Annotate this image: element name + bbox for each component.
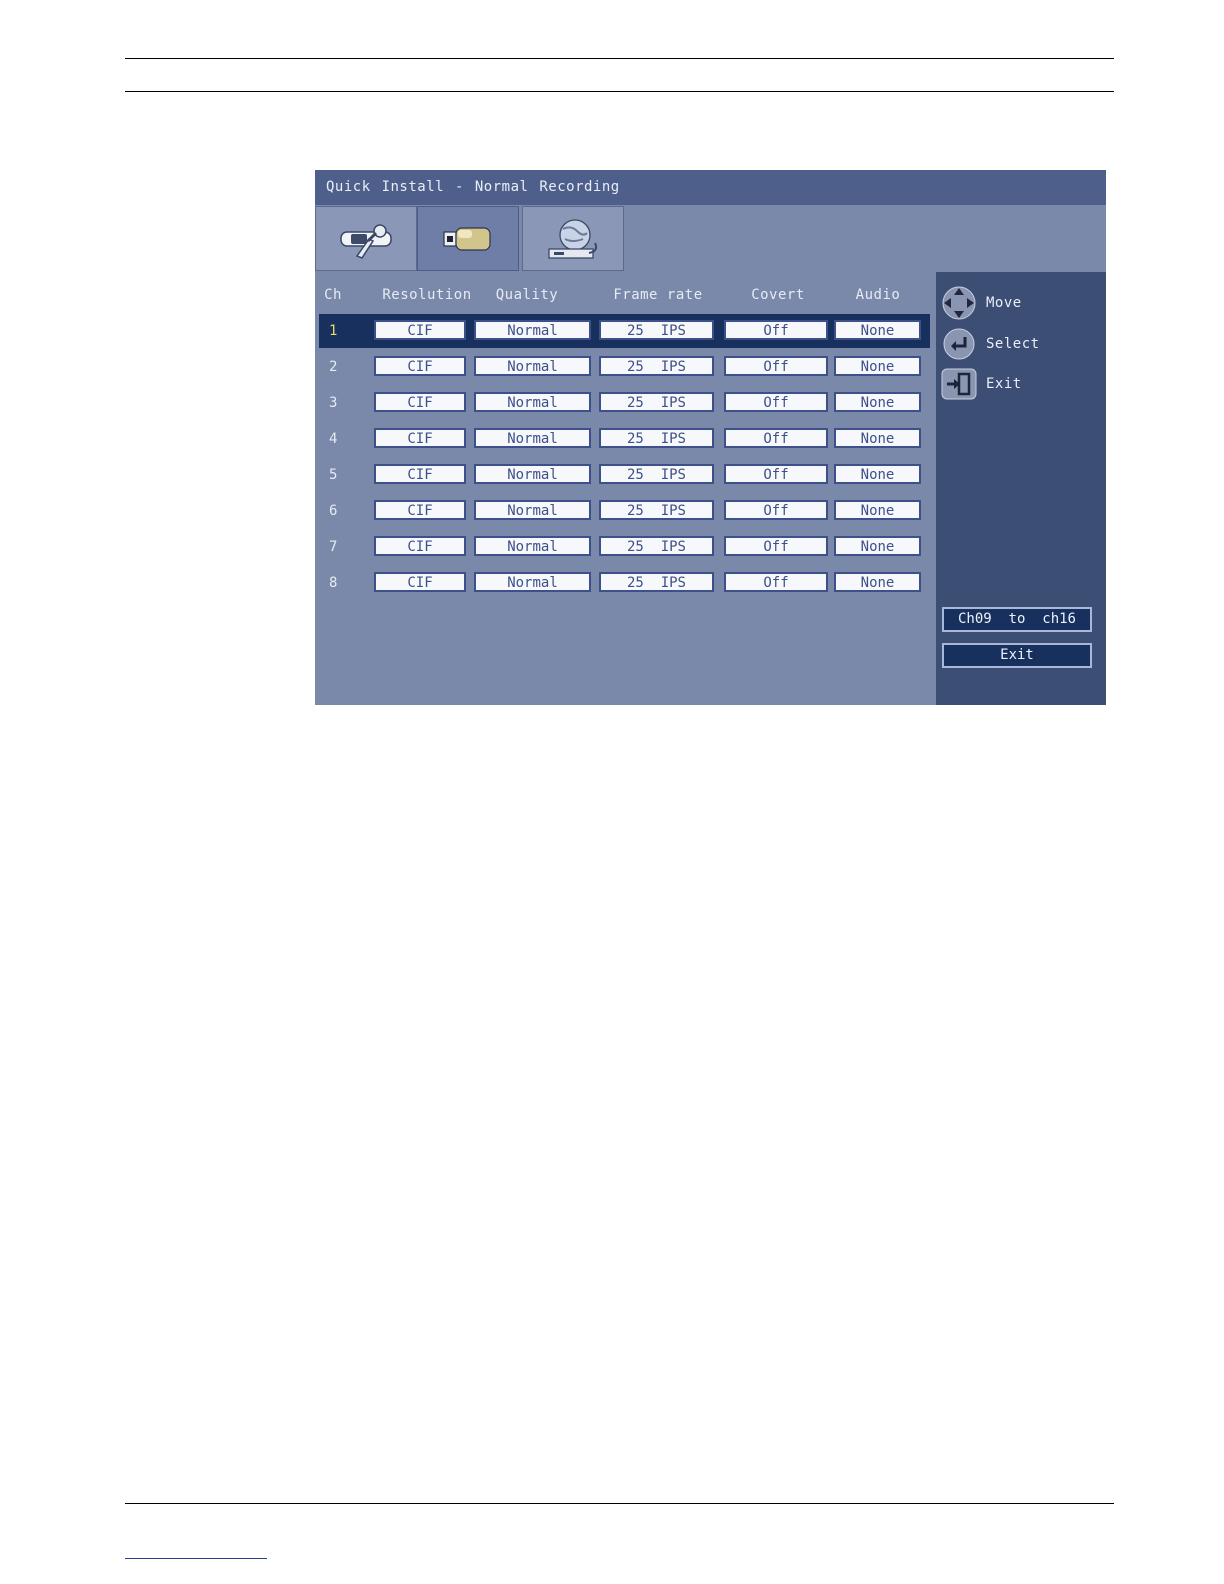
table-row[interactable]: 2 CIF Normal 25 IPS Off None — [319, 350, 930, 384]
exit-icon — [941, 368, 977, 400]
sidebar: Move Select Exit Ch09 to ch16 Exit — [936, 272, 1106, 705]
covert-field[interactable]: Off — [724, 428, 828, 448]
header-resolution: Resolution — [382, 287, 472, 303]
quality-field[interactable]: Normal — [474, 572, 591, 592]
header-rule-bottom — [125, 91, 1114, 92]
enter-icon — [943, 328, 975, 360]
dvr-screen: Quick Install - Normal Recording Ch Reso… — [315, 170, 1106, 705]
quality-field[interactable]: Normal — [474, 392, 591, 412]
tools-icon — [340, 223, 392, 259]
audio-field[interactable]: None — [834, 536, 921, 556]
quality-field[interactable]: Normal — [474, 464, 591, 484]
covert-field[interactable]: Off — [724, 464, 828, 484]
channel-number: 3 — [329, 395, 338, 411]
table-row[interactable]: 8 CIF Normal 25 IPS Off None — [319, 566, 930, 600]
tab-bar — [315, 206, 635, 272]
frame-rate-field[interactable]: 25 IPS — [599, 428, 714, 448]
resolution-field[interactable]: CIF — [374, 356, 466, 376]
frame-rate-field[interactable]: 25 IPS — [599, 572, 714, 592]
dpad-icon — [942, 286, 976, 320]
resolution-field[interactable]: CIF — [374, 392, 466, 412]
table-row[interactable]: 5 CIF Normal 25 IPS Off None — [319, 458, 930, 492]
resolution-field[interactable]: CIF — [374, 464, 466, 484]
footer-link-underline — [125, 1558, 267, 1559]
resolution-field[interactable]: CIF — [374, 428, 466, 448]
audio-field[interactable]: None — [834, 500, 921, 520]
camera-icon — [443, 226, 491, 251]
frame-rate-field[interactable]: 25 IPS — [599, 500, 714, 520]
frame-rate-field[interactable]: 25 IPS — [599, 536, 714, 556]
network-icon — [548, 218, 598, 259]
covert-field[interactable]: Off — [724, 320, 828, 340]
channel-number: 1 — [329, 323, 338, 339]
audio-field[interactable]: None — [834, 320, 921, 340]
channel-number: 6 — [329, 503, 338, 519]
window-title: Quick Install - Normal Recording — [315, 170, 1106, 205]
legend-select-label: Select — [986, 336, 1040, 352]
audio-field[interactable]: None — [834, 392, 921, 412]
header-rule-top — [125, 58, 1114, 59]
quality-field[interactable]: Normal — [474, 320, 591, 340]
audio-field[interactable]: None — [834, 428, 921, 448]
resolution-field[interactable]: CIF — [374, 536, 466, 556]
channel-number: 2 — [329, 359, 338, 375]
frame-rate-field[interactable]: 25 IPS — [599, 320, 714, 340]
quality-field[interactable]: Normal — [474, 536, 591, 556]
quality-field[interactable]: Normal — [474, 500, 591, 520]
next-channels-button[interactable]: Ch09 to ch16 — [942, 607, 1092, 632]
legend-select: Select — [941, 326, 1040, 362]
footer-rule — [125, 1503, 1114, 1504]
quality-field[interactable]: Normal — [474, 428, 591, 448]
channel-number: 5 — [329, 467, 338, 483]
table-row[interactable]: 4 CIF Normal 25 IPS Off None — [319, 422, 930, 456]
header-audio: Audio — [855, 287, 901, 303]
audio-field[interactable]: None — [834, 464, 921, 484]
resolution-field[interactable]: CIF — [374, 572, 466, 592]
header-ch: Ch — [324, 287, 342, 303]
header-frame-rate: Frame rate — [613, 287, 703, 303]
legend-move: Move — [941, 285, 1022, 321]
tab-tools[interactable] — [315, 206, 417, 271]
table-row[interactable]: 6 CIF Normal 25 IPS Off None — [319, 494, 930, 528]
audio-field[interactable]: None — [834, 356, 921, 376]
legend-move-label: Move — [986, 295, 1022, 311]
channel-number: 4 — [329, 431, 338, 447]
resolution-field[interactable]: CIF — [374, 320, 466, 340]
table-row[interactable]: 7 CIF Normal 25 IPS Off None — [319, 530, 930, 564]
legend-exit: Exit — [941, 366, 1022, 402]
table-row[interactable]: 3 CIF Normal 25 IPS Off None — [319, 386, 930, 420]
tab-network[interactable] — [522, 206, 624, 271]
covert-field[interactable]: Off — [724, 500, 828, 520]
exit-button[interactable]: Exit — [942, 643, 1092, 668]
channel-number: 8 — [329, 575, 338, 591]
legend-exit-label: Exit — [986, 376, 1022, 392]
header-quality: Quality — [495, 287, 559, 303]
covert-field[interactable]: Off — [724, 572, 828, 592]
frame-rate-field[interactable]: 25 IPS — [599, 392, 714, 412]
tab-camera[interactable] — [417, 206, 519, 271]
channel-number: 7 — [329, 539, 338, 555]
header-covert: Covert — [751, 287, 805, 303]
audio-field[interactable]: None — [834, 572, 921, 592]
covert-field[interactable]: Off — [724, 536, 828, 556]
table-row[interactable]: 1 CIF Normal 25 IPS Off None — [319, 314, 930, 348]
covert-field[interactable]: Off — [724, 392, 828, 412]
quality-field[interactable]: Normal — [474, 356, 591, 376]
frame-rate-field[interactable]: 25 IPS — [599, 356, 714, 376]
resolution-field[interactable]: CIF — [374, 500, 466, 520]
frame-rate-field[interactable]: 25 IPS — [599, 464, 714, 484]
covert-field[interactable]: Off — [724, 356, 828, 376]
